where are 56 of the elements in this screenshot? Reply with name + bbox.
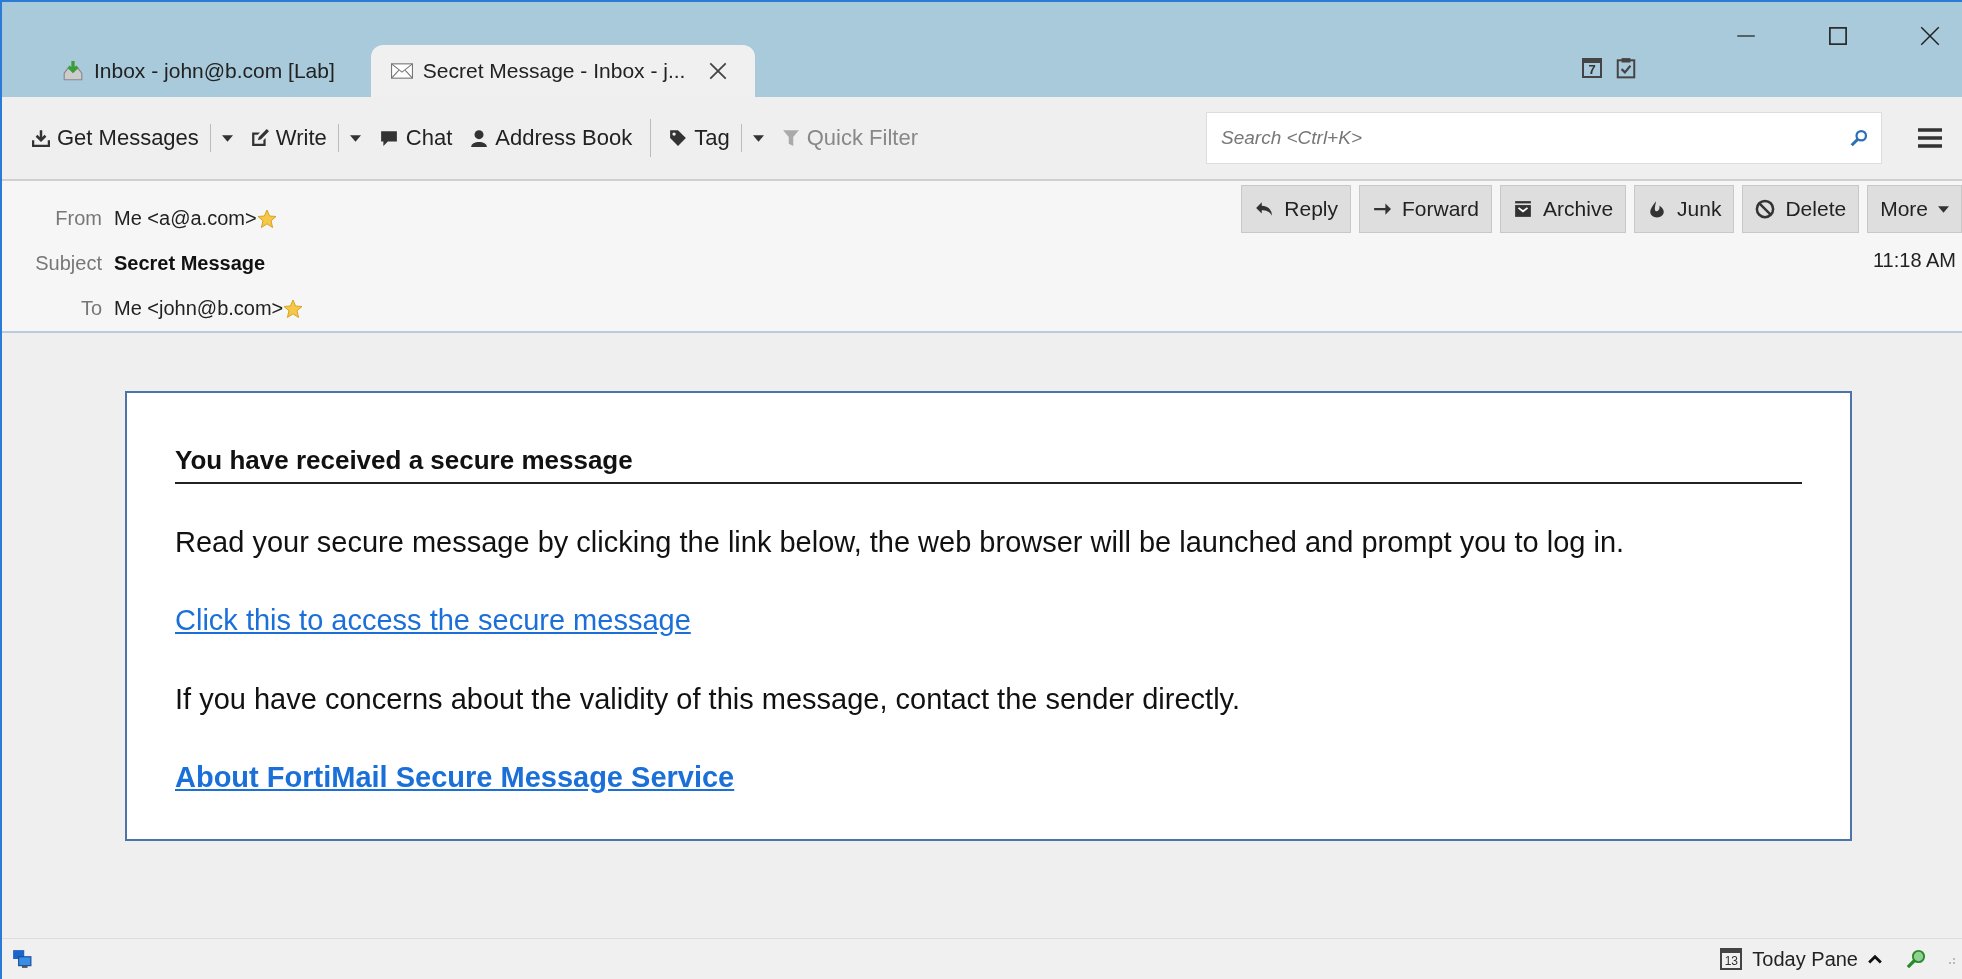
right-arrow-icon	[1372, 200, 1392, 218]
header-action-button[interactable]: Forward	[1359, 185, 1493, 233]
dropdown-caret-icon	[752, 134, 764, 142]
dropdown-caret-icon	[1938, 205, 1949, 213]
close-tab-icon[interactable]	[709, 62, 728, 80]
toolbar-button[interactable]: Get Messages	[28, 118, 247, 158]
header-action-button[interactable]: Junk	[1634, 185, 1735, 233]
header-action-button[interactable]: Archive	[1500, 185, 1627, 233]
reply-arrow-icon	[1254, 200, 1275, 218]
header-value[interactable]: Me <a@a.com>	[114, 207, 257, 230]
funnel-icon	[781, 129, 800, 147]
toolbar-button[interactable]: Tag	[665, 118, 778, 158]
star-icon[interactable]	[256, 208, 277, 229]
archive-box-icon	[1513, 200, 1534, 218]
header-action-button[interactable]: Delete	[1742, 185, 1860, 233]
header-label: To	[79, 297, 102, 320]
toolbar-button[interactable]: Address Book	[466, 119, 652, 157]
person-icon	[470, 129, 489, 147]
search-field[interactable]: Search <Ctrl+K>	[1206, 112, 1882, 164]
header-label: Subject	[34, 252, 102, 275]
chat-bubble-icon	[378, 129, 399, 147]
chevron-up-icon	[1868, 954, 1882, 964]
calendar-icon: 13	[1720, 948, 1743, 970]
header-value[interactable]: Me <john@b.com>	[114, 297, 284, 320]
header-action-button[interactable]: Reply	[1241, 185, 1351, 233]
toolbar-button[interactable]: Write	[246, 118, 375, 158]
toolbar-button[interactable]: Chat	[374, 119, 467, 157]
header-value[interactable]: Secret Message	[114, 252, 266, 275]
tab[interactable]: Secret Message - Inbox - j...	[370, 45, 756, 97]
maximize-icon[interactable]	[1828, 26, 1848, 46]
download-icon	[32, 129, 50, 147]
dropdown-caret-icon	[349, 134, 361, 142]
inbox-download-icon	[62, 60, 84, 82]
tag-icon	[669, 129, 688, 147]
header-label: From	[54, 207, 102, 230]
today-pane-button[interactable]: 13 Today Pane	[1714, 945, 1888, 973]
message-paragraph: If you have concerns about the validity of this message, contact the sender directly.	[175, 682, 1241, 718]
about-service-link[interactable]: About FortiMail Secure Message Service	[175, 761, 735, 794]
dropdown-caret-icon	[221, 134, 233, 142]
computers-icon[interactable]	[12, 949, 32, 969]
task-checklist-icon[interactable]	[1616, 57, 1636, 79]
calendar-icon[interactable]: 7	[1582, 58, 1602, 78]
message-time: 11:18 AM	[1872, 249, 1957, 272]
pencil-icon	[250, 129, 269, 147]
search-icon	[1850, 129, 1868, 147]
message-heading: You have received a secure message	[175, 445, 1802, 484]
close-icon[interactable]	[1920, 26, 1940, 46]
tab[interactable]: Inbox - john@b.com [Lab]	[42, 45, 363, 97]
magnifier-icon[interactable]	[1906, 949, 1926, 969]
message-paragraph: Read your secure message by clicking the link below, the web browser will be launched and prompt you to log in.	[175, 525, 1626, 560]
star-icon[interactable]	[283, 298, 304, 319]
prohibited-icon	[1755, 199, 1776, 219]
secure-message-link[interactable]: Click this to access the secure message	[175, 603, 691, 636]
menu-icon[interactable]	[1918, 127, 1942, 149]
header-action-button[interactable]: More	[1867, 185, 1962, 233]
envelope-icon	[390, 63, 413, 79]
